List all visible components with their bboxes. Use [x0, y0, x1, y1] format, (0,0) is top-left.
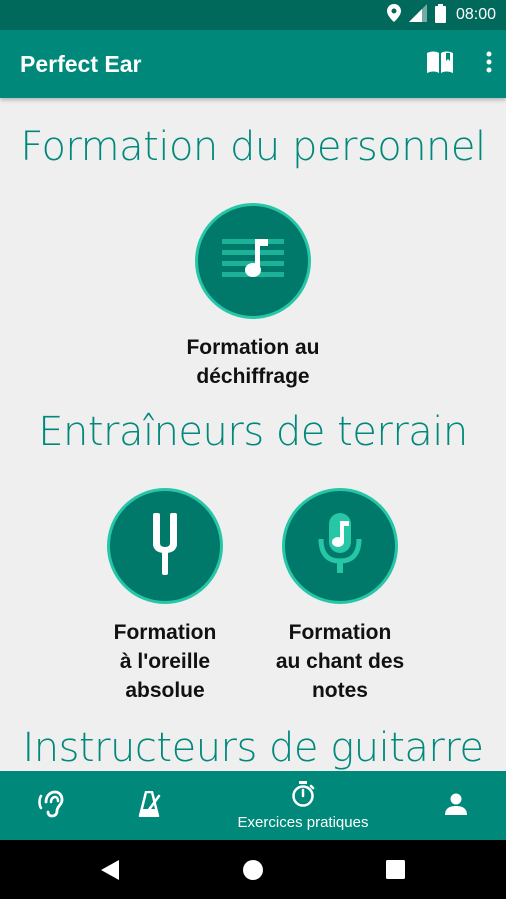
- nav-ear-training[interactable]: [34, 771, 68, 840]
- perfect-pitch-label: Formation à l'oreille absolue: [113, 621, 217, 702]
- main-content[interactable]: Formation du personnel Formation au déch…: [0, 98, 506, 771]
- nav-practice-label: Exercices pratiques: [237, 813, 369, 831]
- back-icon[interactable]: [100, 859, 120, 885]
- sight-reading-tile[interactable]: Formation au déchiffrage: [168, 203, 338, 391]
- system-navigation-bar: [0, 840, 506, 899]
- app-bar: Perfect Ear: [0, 30, 506, 98]
- home-icon[interactable]: [242, 859, 264, 885]
- metronome-icon: [138, 790, 162, 821]
- nav-rhythm[interactable]: [135, 771, 165, 840]
- section-title-field: Entraîneurs de terrain: [38, 409, 468, 455]
- nav-profile[interactable]: [442, 771, 470, 840]
- status-bar: 08:00: [0, 0, 506, 30]
- singing-tile[interactable]: Formation au chant des notes: [255, 488, 425, 705]
- section-title-staff: Formation du personnel: [20, 124, 486, 170]
- signal-icon: [408, 4, 427, 26]
- status-time: 08:00: [455, 6, 496, 23]
- tuning-fork-icon: [150, 513, 180, 579]
- location-icon: [386, 4, 401, 26]
- book-icon[interactable]: [426, 50, 454, 78]
- sight-reading-button[interactable]: [195, 203, 311, 319]
- more-vert-icon[interactable]: [486, 51, 492, 77]
- stopwatch-icon: [291, 780, 315, 811]
- person-icon: [445, 793, 467, 819]
- microphone-note-icon: [317, 513, 363, 579]
- recents-icon[interactable]: [386, 860, 405, 883]
- app-title: Perfect Ear: [20, 50, 142, 77]
- bottom-navigation: Exercices pratiques: [0, 771, 506, 840]
- perfect-pitch-button[interactable]: [107, 488, 223, 604]
- singing-button[interactable]: [282, 488, 398, 604]
- battery-icon: [434, 3, 446, 27]
- section-title-guitar: Instructeurs de guitarre: [22, 725, 484, 771]
- sheet-music-icon: [222, 237, 284, 285]
- ear-icon: [38, 790, 64, 822]
- singing-label: Formation au chant des notes: [275, 621, 405, 702]
- sight-reading-label: Formation au déchiffrage: [186, 336, 320, 388]
- perfect-pitch-tile[interactable]: Formation à l'oreille absolue: [80, 488, 250, 705]
- nav-practice-exercises[interactable]: Exercices pratiques: [203, 771, 403, 840]
